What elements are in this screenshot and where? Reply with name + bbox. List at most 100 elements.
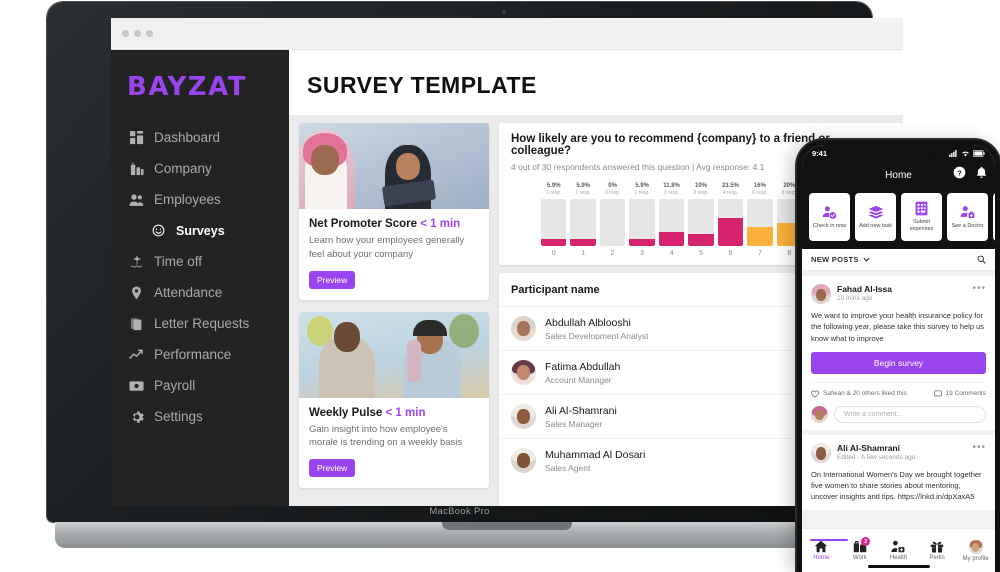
card-title: Net Promoter Score < 1 min — [309, 218, 479, 230]
new-posts-filter[interactable]: NEW POSTS — [811, 255, 870, 264]
window-maximize-icon[interactable] — [146, 30, 153, 37]
tab-work[interactable]: 2 Work — [841, 537, 880, 561]
bar-fill — [688, 234, 714, 246]
webcam-icon — [502, 10, 506, 14]
bar-column: 16% 6 resp. 7 — [747, 183, 773, 257]
gear-icon — [129, 409, 144, 424]
bell-icon[interactable] — [976, 166, 987, 184]
quick-action-label: Check in now — [812, 222, 847, 229]
bar-percent-label: 5.9% — [635, 183, 649, 189]
bar-percent-label: 11.8% — [663, 183, 680, 189]
new-posts-bar[interactable]: NEW POSTS — [802, 249, 995, 271]
sidebar-item-attendance[interactable]: Attendance — [111, 277, 289, 308]
card-image — [299, 311, 489, 398]
trend-up-icon — [129, 347, 144, 362]
app-bar-actions: ? — [953, 166, 987, 184]
bar-response-label: 6 resp. — [752, 190, 768, 196]
tab-label: Perks — [929, 555, 945, 561]
bar-response-label: 3 resp. — [693, 190, 709, 196]
bar-column: 5.9% 1 resp. 3 — [629, 183, 655, 257]
tab-perks[interactable]: Perks — [918, 540, 957, 561]
bar-fill — [658, 232, 685, 246]
quick-action-submit-expenses[interactable]: Submit expenses — [901, 193, 942, 241]
window-minimize-icon[interactable] — [134, 30, 141, 37]
bayzat-logo[interactable]: BAYZAT — [111, 64, 289, 122]
bar-column: 5.9% 1 resp. 1 — [570, 183, 596, 257]
money-icon — [129, 378, 144, 393]
home-icon — [815, 540, 828, 553]
post-text: On International Women's Day we brought … — [811, 469, 982, 502]
svg-text:?: ? — [957, 168, 962, 177]
tab-label: Work — [852, 555, 867, 561]
battery-icon — [973, 150, 985, 157]
bar-track — [747, 199, 773, 246]
post-author-block: Fahad Al-Issa 10 mins ago — [837, 284, 892, 302]
sidebar-item-label: Settings — [154, 409, 203, 424]
sidebar-item-dashboard[interactable]: Dashboard — [111, 122, 289, 153]
sidebar-item-label: Company — [154, 161, 212, 176]
sidebar-item-label: Employees — [154, 192, 221, 207]
page-title: SURVEY TEMPLATE — [289, 50, 903, 115]
card-title-text: Net Promoter Score — [309, 218, 418, 230]
sidebar-item-payroll[interactable]: Payroll — [111, 370, 289, 401]
sidebar-item-surveys[interactable]: Surveys — [111, 215, 289, 246]
bar-x-label: 7 — [757, 250, 762, 257]
template-card-weekly-pulse[interactable]: Weekly Pulse < 1 min Gain insight into h… — [299, 311, 489, 489]
post-timestamp: Edited - A few seconds ago — [837, 453, 916, 461]
sidebar-item-letter-requests[interactable]: Letter Requests — [111, 308, 289, 339]
template-card-nps[interactable]: Net Promoter Score < 1 min Learn how you… — [299, 123, 489, 300]
column-header-name: Participant name — [511, 284, 600, 296]
begin-survey-button[interactable]: Begin survey — [811, 351, 986, 374]
post-timestamp: 10 mins ago — [837, 295, 873, 302]
quick-action-more[interactable]: R — [993, 193, 995, 241]
search-icon[interactable] — [977, 255, 986, 264]
post-options-icon[interactable]: ••• — [972, 284, 986, 294]
preview-button[interactable]: Preview — [309, 270, 356, 289]
bar-track — [599, 199, 626, 246]
card-body: Net Promoter Score < 1 min Learn how you… — [299, 209, 489, 300]
post-header: Ali Al-Shamrani Edited - A few seconds a… — [811, 442, 986, 463]
sidebar-item-company[interactable]: Company — [111, 153, 289, 184]
sidebar-item-settings[interactable]: Settings — [111, 401, 289, 432]
bar-column: 11.8% 2 resp. 4 — [658, 183, 685, 257]
sidebar-item-employees[interactable]: Employees — [111, 184, 289, 215]
quick-action-see-doctor[interactable]: See a Doctor — [947, 193, 988, 241]
feed-post: Fahad Al-Issa 10 mins ago ••• We want to… — [802, 276, 995, 430]
card-description: Learn how your employees generally feel … — [309, 235, 465, 260]
preview-button[interactable]: Preview — [309, 459, 356, 478]
post-comments-label: 19 Comments — [945, 390, 986, 398]
participant-name: Fatima Abdullah — [545, 360, 621, 373]
sidebar-item-label: Payroll — [154, 378, 196, 393]
tab-home[interactable]: Home — [802, 539, 848, 561]
post-comments[interactable]: 19 Comments — [933, 390, 986, 398]
wifi-icon — [962, 151, 969, 157]
sidebar-item-label: Dashboard — [154, 130, 221, 145]
bar-response-label: 1 resp. — [546, 190, 562, 196]
location-pin-icon — [129, 285, 144, 300]
help-icon[interactable]: ? — [953, 166, 966, 184]
tab-health[interactable]: Health — [879, 540, 918, 561]
quick-action-add-task[interactable]: Add new task — [855, 193, 896, 241]
document-icon — [129, 316, 144, 331]
tab-my-profile[interactable]: My profile — [956, 539, 995, 562]
post-likes[interactable]: Safwan & 20 others liked this — [811, 390, 907, 398]
palm-tree-icon — [129, 254, 144, 269]
avatar — [811, 442, 831, 463]
avatar — [511, 448, 536, 473]
card-duration: < 1 min — [385, 406, 426, 419]
post-options-icon[interactable]: ••• — [972, 442, 986, 453]
avatar — [511, 360, 536, 385]
participant-info: Fatima Abdullah Account Manager — [545, 361, 822, 385]
bar-fill — [629, 239, 655, 246]
participant-name: Ali Al-Shamrani — [545, 404, 617, 417]
company-icon — [129, 161, 144, 176]
comment-input[interactable]: Write a comment... — [834, 405, 986, 423]
bar-percent-label: 0% — [608, 183, 617, 189]
feed-post: Ali Al-Shamrani Edited - A few seconds a… — [802, 434, 995, 510]
bar-response-label: 1 resp. — [634, 190, 650, 196]
bar-response-label: 0 resp. — [604, 190, 621, 196]
quick-action-check-in[interactable]: Check in now — [809, 193, 850, 241]
window-close-icon[interactable] — [122, 30, 129, 37]
sidebar-item-performance[interactable]: Performance — [111, 339, 289, 370]
sidebar-item-time-off[interactable]: Time off — [111, 246, 289, 277]
